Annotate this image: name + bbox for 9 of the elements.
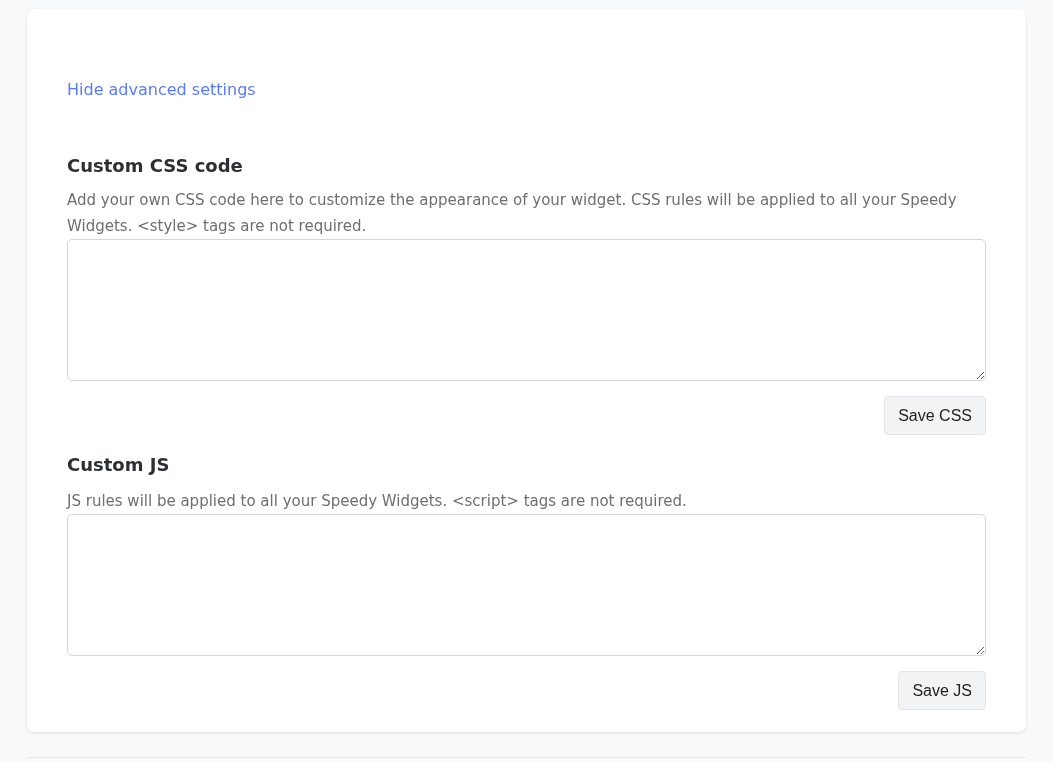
section-description: Add your own CSS code here to customize the appearance of your widget. CSS rules will be applied to all your Speedy Widgets. <style> tags are not required. [67,190,958,237]
save-button[interactable]: Save CSS [884,396,986,435]
code-textarea[interactable] [67,514,986,656]
hide-advanced-settings-link[interactable]: Hide advanced settings [67,79,256,101]
section-description: JS rules will be applied to all your Speedy Widgets. <script> tags are not required. [67,491,688,512]
code-textarea[interactable] [67,239,986,381]
section-heading: Custom CSS code [67,154,244,178]
section-heading: Custom JS [67,453,171,477]
save-button[interactable]: Save JS [898,671,986,710]
